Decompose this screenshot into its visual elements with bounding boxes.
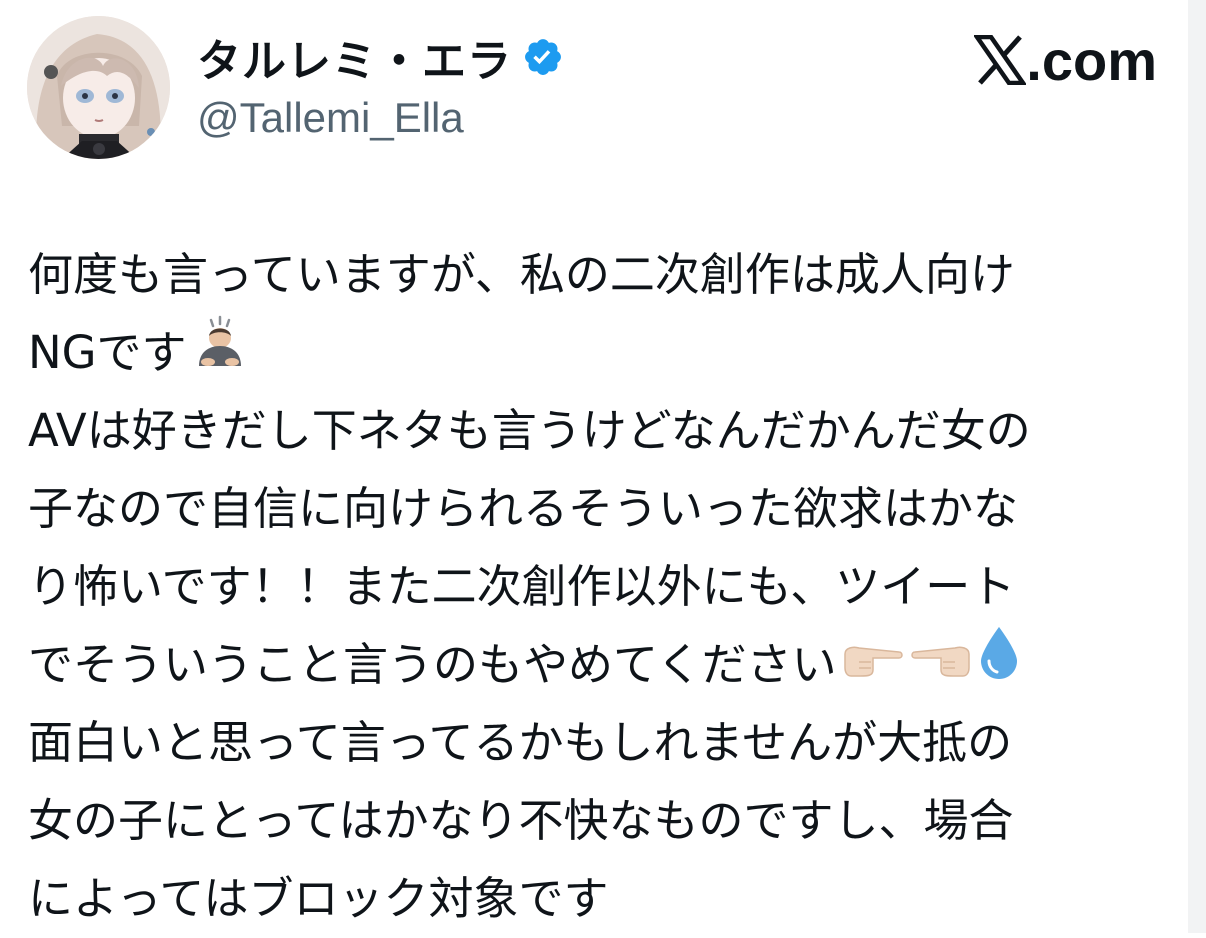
droplet-emoji xyxy=(977,625,1021,705)
tweet-line: 女の子にとってはかなり不快なものですし、場合 xyxy=(28,782,1168,860)
tweet-line: り怖いです！！また二次創作以外にも、ツイート xyxy=(28,548,1168,626)
tweet-line-text: 子なので自信に向けられるそういった欲求はかな xyxy=(28,482,1019,535)
tweet-line-text: 面白いと思って言ってるかもしれませんが大抵の xyxy=(28,716,1013,769)
handle[interactable]: @Tallemi_Ella xyxy=(197,94,564,142)
verified-badge-icon xyxy=(522,36,564,78)
tweet-line-text: 女の子にとってはかなり不快なものですし、場合 xyxy=(28,794,1014,847)
bowing-person-emoji xyxy=(191,314,249,392)
tweet-line: でそういうこと言うのもやめてください xyxy=(28,626,1168,704)
tweet-line-text: でそういうこと言うのもやめてください xyxy=(28,638,837,691)
brand-watermark: .com xyxy=(972,28,1157,92)
tweet-line: によってはブロック対象です xyxy=(28,860,1168,938)
tweet-text: 何度も言っていますが、私の二次創作は成人向け NGです AVは好きだし下ネタも言… xyxy=(28,236,1168,938)
tweet-line: NGです xyxy=(28,314,1168,392)
tweet-header: タルレミ・エラ @Tallemi_Ella .com xyxy=(27,16,1157,161)
tweet-line: AVは好きだし下ネタも言うけどなんだかんだ女の xyxy=(28,392,1168,470)
tweet-line-text: AVは好きだし下ネタも言うけどなんだかんだ女の xyxy=(28,404,1031,457)
display-name[interactable]: タルレミ・エラ xyxy=(197,25,512,89)
pointing-left-finger-emoji xyxy=(909,626,973,704)
tweet-line-text: 何度も言っていますが、私の二次創作は成人向け xyxy=(28,248,1015,301)
x-logo-icon xyxy=(972,34,1028,86)
tweet-line: 面白いと思って言ってるかもしれませんが大抵の xyxy=(28,704,1168,782)
author-info: タルレミ・エラ @Tallemi_Ella xyxy=(197,28,564,142)
display-name-row: タルレミ・エラ xyxy=(197,25,564,89)
tweet-line: 子なので自信に向けられるそういった欲求はかな xyxy=(28,470,1168,548)
tweet-line-text: り怖いです！！また二次創作以外にも、ツイート xyxy=(28,560,1016,613)
right-edge-strip xyxy=(1188,0,1206,933)
avatar[interactable] xyxy=(27,16,170,159)
tweet-line-text: NGです xyxy=(28,326,187,379)
avatar-illustration xyxy=(27,16,170,159)
tweet-line: 何度も言っていますが、私の二次創作は成人向け xyxy=(28,236,1168,314)
tweet-line-text: によってはブロック対象です xyxy=(28,872,609,925)
pointing-right-finger-emoji xyxy=(841,626,905,704)
brand-domain: .com xyxy=(1026,28,1157,92)
